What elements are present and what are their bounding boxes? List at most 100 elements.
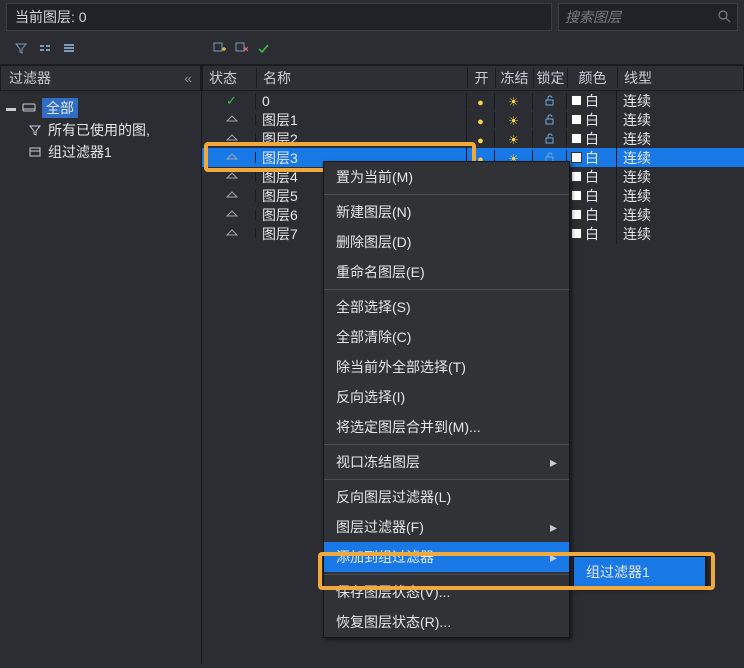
sun-icon[interactable]: ☀: [508, 95, 519, 109]
filter-group-icon: [26, 145, 44, 159]
col-lock[interactable]: 锁定: [534, 68, 568, 88]
bulb-icon[interactable]: ●: [477, 116, 484, 128]
menu-item[interactable]: 置为当前(M): [324, 162, 569, 192]
menu-item[interactable]: 图层过滤器(F)▸: [324, 512, 569, 542]
linetype-cell: 连续: [617, 186, 717, 206]
color-swatch[interactable]: [571, 95, 582, 106]
menu-item-label: 将选定图层合并到(M)...: [336, 417, 481, 437]
layer-list-icon[interactable]: [62, 41, 76, 58]
menu-item-label: 恢复图层状态(R)...: [336, 612, 451, 632]
menu-item-label: 除当前外全部选择(T): [336, 357, 466, 377]
search-input[interactable]: 搜索图层: [558, 3, 738, 31]
menu-item[interactable]: 视口冻结图层 ▸: [324, 447, 569, 477]
color-label: 白: [585, 205, 599, 225]
tree-child-group[interactable]: 组过滤器1: [4, 141, 197, 163]
tree-child1-label: 所有已使用的图,: [48, 120, 150, 140]
color-swatch[interactable]: [571, 114, 582, 125]
layer-name-cell: 0: [256, 93, 467, 109]
submenu-item-group1[interactable]: 组过滤器1: [574, 557, 705, 587]
tree-child-allused[interactable]: 所有已使用的图,: [4, 119, 197, 141]
current-layer-prefix: 当前图层:: [15, 7, 75, 27]
menu-item-label: 全部清除(C): [336, 327, 411, 347]
menu-item[interactable]: 新建图层(N): [324, 197, 569, 227]
color-swatch[interactable]: [571, 190, 582, 201]
col-linetype[interactable]: 线型: [618, 68, 718, 88]
linetype-cell: 连续: [617, 167, 717, 187]
layer-name-cell: 图层2: [256, 129, 467, 149]
linetype-cell: 连续: [617, 148, 717, 168]
menu-item[interactable]: 全部选择(S): [324, 292, 569, 322]
table-row[interactable]: 图层1●☀白连续: [202, 110, 744, 129]
layer-state-icon: [225, 190, 239, 201]
menu-item[interactable]: 反向图层过滤器(L): [324, 482, 569, 512]
filter-used-icon: [26, 123, 44, 137]
layer-state-icon: [225, 228, 239, 239]
tree-root[interactable]: ▬ 全部: [4, 97, 197, 119]
col-state[interactable]: 状态: [203, 68, 257, 88]
menu-item[interactable]: 保存图层状态(V)...: [324, 577, 569, 607]
menu-separator: [324, 194, 569, 195]
menu-item-label: 反向图层过滤器(L): [336, 487, 451, 507]
filter-tool-icon[interactable]: [14, 41, 28, 58]
menu-item-label: 添加到组过滤器: [336, 547, 434, 567]
filter-panel-header: 过滤器 «: [0, 65, 201, 91]
col-on[interactable]: 开: [468, 68, 496, 88]
color-swatch[interactable]: [571, 171, 582, 182]
linetype-cell: 连续: [617, 205, 717, 225]
set-current-icon[interactable]: [256, 41, 270, 58]
submenu-arrow-icon: ▸: [550, 454, 557, 471]
menu-item-label: 删除图层(D): [336, 232, 411, 252]
color-swatch[interactable]: [571, 209, 582, 220]
sun-icon[interactable]: ☀: [508, 133, 519, 147]
menu-item-label: 保存图层状态(V)...: [336, 582, 450, 602]
delete-layer-icon[interactable]: [234, 41, 248, 58]
color-label: 白: [585, 167, 599, 187]
current-layer-value: 0: [79, 9, 87, 25]
current-layer-field[interactable]: 当前图层: 0: [6, 3, 552, 31]
menu-item[interactable]: 删除图层(D): [324, 227, 569, 257]
filter-all-icon: [20, 101, 38, 115]
layer-state-icon: [225, 171, 239, 182]
table-row[interactable]: ✓0●☀白连续: [202, 91, 744, 110]
menu-item-label: 反向选择(I): [336, 387, 405, 407]
lock-icon[interactable]: [544, 133, 555, 147]
menu-item[interactable]: 除当前外全部选择(T): [324, 352, 569, 382]
color-label: 白: [585, 148, 599, 168]
tree-child2-label: 组过滤器1: [48, 142, 112, 162]
submenu-add-to-group[interactable]: 组过滤器1: [573, 556, 706, 588]
menu-item-label: 视口冻结图层: [336, 452, 420, 472]
new-layer-icon[interactable]: [212, 41, 226, 58]
lock-icon[interactable]: [544, 95, 555, 109]
sun-icon[interactable]: ☀: [508, 114, 519, 128]
table-row[interactable]: 图层2●☀白连续: [202, 129, 744, 148]
layer-state-icon: [225, 114, 239, 125]
menu-separator: [324, 479, 569, 480]
linetype-cell: 连续: [617, 91, 717, 111]
menu-item[interactable]: 反向选择(I): [324, 382, 569, 412]
search-icon: [717, 9, 731, 26]
layer-name-cell: 图层1: [256, 110, 467, 130]
menu-item[interactable]: 将选定图层合并到(M)...: [324, 412, 569, 442]
layer-state-icon[interactable]: [38, 41, 52, 58]
color-swatch[interactable]: [571, 152, 582, 163]
menu-item-label: 置为当前(M): [336, 167, 413, 187]
menu-item[interactable]: 恢复图层状态(R)...: [324, 607, 569, 637]
layer-table-header: 状态 名称 开 冻结 锁定 颜色 线型: [202, 65, 744, 91]
menu-separator: [324, 574, 569, 575]
lock-icon[interactable]: [544, 114, 555, 128]
col-freeze[interactable]: 冻结: [496, 68, 534, 88]
color-swatch[interactable]: [571, 228, 582, 239]
color-label: 白: [585, 110, 599, 130]
menu-item[interactable]: 重命名图层(E): [324, 257, 569, 287]
bulb-icon[interactable]: ●: [477, 97, 484, 109]
col-color[interactable]: 颜色: [568, 68, 618, 88]
col-name[interactable]: 名称: [257, 68, 468, 88]
bulb-icon[interactable]: ●: [477, 135, 484, 147]
collapse-icon[interactable]: «: [184, 70, 192, 86]
context-menu[interactable]: 置为当前(M) 新建图层(N) 删除图层(D) 重命名图层(E) 全部选择(S) 全部清除…: [323, 161, 570, 638]
color-label: 白: [585, 129, 599, 149]
menu-item[interactable]: 全部清除(C): [324, 322, 569, 352]
color-swatch[interactable]: [571, 133, 582, 144]
expand-icon[interactable]: ▬: [6, 103, 16, 114]
menu-item[interactable]: 添加到组过滤器▸: [324, 542, 569, 572]
